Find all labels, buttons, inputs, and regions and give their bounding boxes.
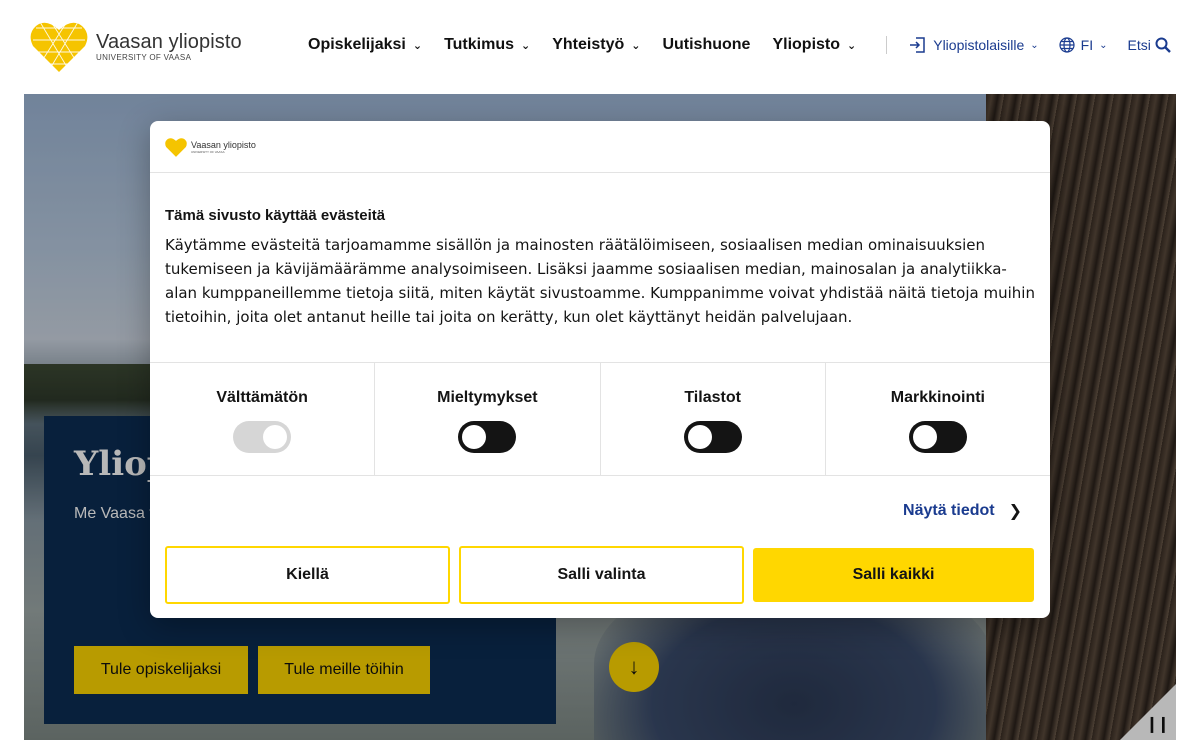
globe-icon — [1059, 37, 1075, 53]
dialog-logo-title: Vaasan yliopisto — [191, 139, 256, 150]
login-label: Yliopistolaisille — [933, 37, 1025, 53]
logo-title: Vaasan yliopisto — [96, 30, 242, 53]
preferences-toggle[interactable] — [458, 421, 517, 453]
site-header: Vaasan yliopisto UNIVERSITY OF VAASA Opi… — [0, 0, 1200, 94]
nav-item-yliopisto[interactable]: Yliopisto ⌄ — [772, 36, 856, 54]
dialog-body: Tämä sivusto käyttää evästeitä Käytämme … — [150, 173, 1050, 363]
category-label: Markkinointi — [890, 389, 985, 406]
main-nav: Opiskelijaksi ⌄ Tutkimus ⌄ Yhteistyö ⌄ U… — [308, 36, 1171, 54]
category-necessary: Välttämätön — [150, 363, 376, 475]
language-label: FI — [1080, 37, 1094, 53]
dialog-logo-subtitle: UNIVERSITY OF VAASA — [191, 149, 225, 154]
login-menu[interactable]: Yliopistolaisille ⌄ — [909, 36, 1039, 54]
category-label: Välttämätön — [216, 389, 308, 406]
nav-label: Tutkimus — [444, 36, 514, 53]
search-icon — [1155, 37, 1171, 53]
nav-item-yhteistyo[interactable]: Yhteistyö ⌄ — [552, 36, 640, 54]
toggle-knob — [912, 425, 937, 449]
nav-label: Opiskelijaksi — [308, 36, 406, 53]
nav-label: Yhteistyö — [552, 36, 625, 53]
dialog-header: Vaasan yliopisto UNIVERSITY OF VAASA — [150, 121, 1050, 173]
heart-logo-icon — [30, 19, 88, 73]
nav-item-tutkimus[interactable]: Tutkimus ⌄ — [444, 36, 530, 54]
allow-all-button[interactable]: Salli kaikki — [753, 548, 1034, 602]
chevron-right-icon[interactable]: ❯ — [1009, 501, 1022, 521]
category-label: Mieltymykset — [437, 389, 538, 406]
nav-label: Uutishuone — [662, 36, 751, 53]
chevron-down-icon: ⌄ — [1030, 39, 1039, 51]
chevron-down-icon: ⌄ — [521, 39, 531, 52]
nav-label: Yliopisto — [772, 36, 841, 53]
chevron-down-icon: ⌄ — [1099, 39, 1108, 51]
chevron-down-icon: ⌄ — [847, 39, 857, 52]
marketing-toggle[interactable] — [908, 421, 967, 453]
heart-logo-icon — [165, 137, 187, 157]
deny-button[interactable]: Kiellä — [165, 546, 450, 604]
search-button[interactable]: Etsi — [1128, 37, 1171, 53]
cookie-consent-dialog: Vaasan yliopisto UNIVERSITY OF VAASA Täm… — [150, 121, 1050, 618]
search-label: Etsi — [1127, 37, 1151, 53]
logo-subtitle: UNIVERSITY OF VAASA — [96, 52, 192, 62]
cookie-categories: Välttämätön Mieltymykset Tilastot Markki… — [150, 363, 1050, 476]
show-details-link[interactable]: Näytä tiedot — [903, 502, 995, 520]
necessary-toggle — [233, 421, 292, 453]
toggle-knob — [687, 425, 712, 449]
nav-divider — [886, 36, 888, 54]
university-logo[interactable]: Vaasan yliopisto UNIVERSITY OF VAASA — [30, 18, 242, 74]
chevron-down-icon: ⌄ — [631, 39, 641, 52]
details-row: Näytä tiedot ❯ — [150, 476, 1050, 546]
nav-item-uutishuone[interactable]: Uutishuone — [662, 36, 750, 54]
dialog-title: Tämä sivusto käyttää evästeitä — [165, 207, 386, 224]
dialog-actions: Kiellä Salli valinta Salli kaikki — [150, 546, 1050, 604]
nav-item-opiskelijaksi[interactable]: Opiskelijaksi ⌄ — [308, 36, 422, 54]
toggle-knob — [462, 425, 487, 449]
dialog-description: Käytämme evästeitä tarjoamamme sisällön … — [165, 236, 1035, 326]
category-marketing: Markkinointi — [826, 363, 1050, 475]
category-label: Tilastot — [684, 389, 741, 406]
toggle-knob — [263, 425, 288, 449]
statistics-toggle[interactable] — [683, 421, 742, 453]
allow-selection-button[interactable]: Salli valinta — [459, 546, 744, 604]
sign-in-icon — [910, 37, 925, 53]
language-selector[interactable]: FI ⌄ — [1059, 37, 1108, 53]
category-statistics: Tilastot — [601, 363, 826, 475]
category-preferences: Mieltymykset — [375, 363, 601, 475]
chevron-down-icon: ⌄ — [412, 39, 423, 52]
